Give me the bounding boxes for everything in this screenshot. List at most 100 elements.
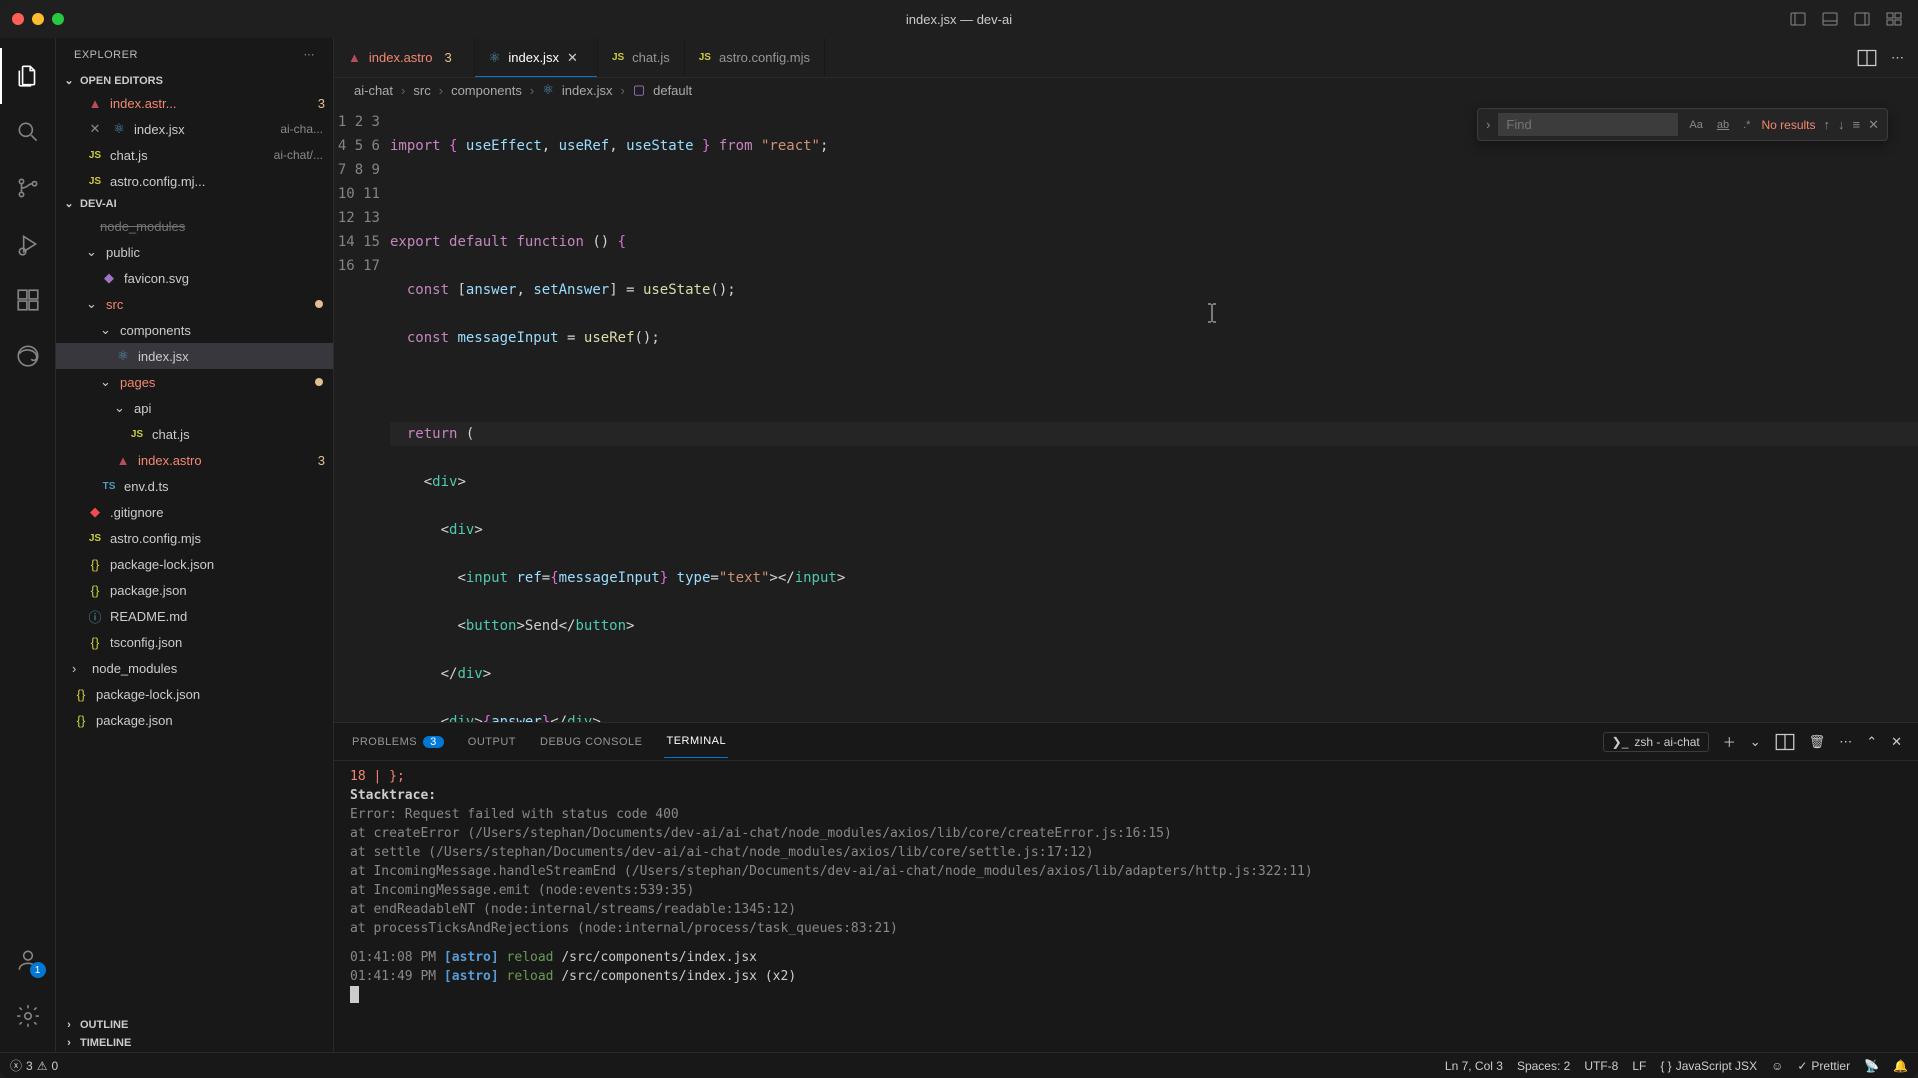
extensions-activity[interactable] (0, 272, 56, 328)
minimize-window-button[interactable] (32, 13, 44, 25)
close-panel-icon[interactable]: ✕ (1891, 734, 1902, 750)
customize-layout-icon[interactable] (1882, 9, 1906, 29)
file-row[interactable]: {} package.json (56, 577, 333, 603)
terminal-tab[interactable]: TERMINAL (664, 725, 728, 758)
file-row[interactable]: ◆ favicon.svg (56, 265, 333, 291)
breadcrumb[interactable]: ai-chat › src › components › ⚛ index.jsx… (334, 78, 1918, 102)
split-terminal-icon[interactable] (1775, 732, 1795, 752)
maximize-panel-icon[interactable]: ⌃ (1866, 734, 1877, 750)
info-file-icon: ⓘ (86, 607, 104, 626)
run-debug-activity[interactable] (0, 216, 56, 272)
tab-astro-config[interactable]: JS astro.config.mjs (685, 38, 825, 77)
open-editor-item[interactable]: ✕ ⚛ index.jsx ai-cha... (56, 116, 333, 142)
file-row[interactable]: JS chat.js (56, 421, 333, 447)
tab-index-jsx[interactable]: ⚛ index.jsx ✕ (475, 38, 598, 77)
find-in-selection-icon[interactable]: ≡ (1853, 117, 1861, 132)
bottom-panel: PROBLEMS 3 OUTPUT DEBUG CONSOLE TERMINAL (334, 722, 1918, 1052)
folder-row[interactable]: node_modules (56, 213, 333, 239)
expand-replace-icon[interactable]: › (1486, 117, 1490, 132)
live-share-icon[interactable]: 📡 (1864, 1059, 1879, 1073)
folder-row[interactable]: › node_modules (56, 655, 333, 681)
editor[interactable]: › Aa ab .* No results ↑ ↓ ≡ ✕ 1 2 3 4 5 … (334, 102, 1918, 722)
close-window-button[interactable] (12, 13, 24, 25)
file-row[interactable]: JS astro.config.mjs (56, 525, 333, 551)
code-area[interactable]: import { useEffect, useRef, useState } f… (390, 102, 1918, 722)
prettier-status[interactable]: ✓ Prettier (1797, 1059, 1850, 1073)
open-editor-item[interactable]: JS chat.js ai-chat/... (56, 142, 333, 168)
cursor-position[interactable]: Ln 7, Col 3 (1445, 1059, 1503, 1073)
find-previous-icon[interactable]: ↑ (1824, 117, 1831, 132)
open-editors-section[interactable]: ⌄ OPEN EDITORS (56, 71, 333, 90)
breadcrumb-part[interactable]: components (451, 83, 522, 98)
warning-count: 0 (51, 1059, 58, 1073)
file-row[interactable]: ⚛ index.jsx (56, 343, 333, 369)
terminal-dropdown-icon[interactable]: ⌄ (1750, 734, 1761, 750)
new-terminal-icon[interactable]: ＋ (1723, 732, 1736, 751)
indentation-status[interactable]: Spaces: 2 (1517, 1059, 1570, 1073)
project-section[interactable]: ⌄ DEV-AI (56, 194, 333, 213)
accounts-activity[interactable]: 1 (0, 932, 56, 988)
tab-index-astro[interactable]: ▲ index.astro 3 (334, 38, 475, 77)
tab-label: DEBUG CONSOLE (540, 736, 642, 748)
output-tab[interactable]: OUTPUT (466, 726, 518, 758)
find-next-icon[interactable]: ↓ (1838, 117, 1845, 132)
more-actions-icon[interactable]: ⋯ (1891, 50, 1904, 66)
close-editor-icon[interactable]: ✕ (86, 121, 104, 137)
file-row[interactable]: ◆ .gitignore (56, 499, 333, 525)
file-row[interactable]: {} package-lock.json (56, 681, 333, 707)
debug-console-tab[interactable]: DEBUG CONSOLE (538, 726, 644, 758)
errors-status[interactable]: ⓧ 3 ⚠ 0 (10, 1057, 58, 1074)
maximize-window-button[interactable] (52, 13, 64, 25)
close-tab-icon[interactable]: ✕ (567, 50, 583, 66)
file-row[interactable]: {} tsconfig.json (56, 629, 333, 655)
explorer-activity[interactable] (0, 48, 56, 104)
folder-row[interactable]: ⌄ pages (56, 369, 333, 395)
file-row[interactable]: ⓘ README.md (56, 603, 333, 629)
breadcrumb-symbol[interactable]: default (653, 83, 692, 98)
settings-activity[interactable] (0, 988, 56, 1044)
encoding-status[interactable]: UTF-8 (1584, 1059, 1618, 1073)
terminal-name: zsh - ai-chat (1634, 735, 1699, 749)
file-row[interactable]: ▲ index.astro 3 (56, 447, 333, 473)
regex-toggle[interactable]: .* (1740, 117, 1753, 133)
folder-row[interactable]: ⌄ components (56, 317, 333, 343)
more-terminal-icon[interactable]: ⋯ (1839, 734, 1852, 750)
breadcrumb-part[interactable]: index.jsx (562, 83, 613, 98)
find-input[interactable] (1498, 113, 1678, 136)
breadcrumb-part[interactable]: src (413, 83, 430, 98)
folder-row[interactable]: ⌄ api (56, 395, 333, 421)
edge-activity[interactable] (0, 328, 56, 384)
toggle-secondary-sidebar-icon[interactable] (1850, 9, 1874, 29)
breadcrumb-part[interactable]: ai-chat (354, 83, 393, 98)
more-icon[interactable]: ⋯ (304, 48, 316, 61)
feedback-icon[interactable]: ☺ (1771, 1059, 1783, 1073)
match-word-toggle[interactable]: ab (1714, 117, 1732, 133)
prettier-label: Prettier (1811, 1059, 1850, 1073)
toggle-panel-icon[interactable] (1818, 9, 1842, 29)
search-activity[interactable] (0, 104, 56, 160)
kill-terminal-icon[interactable]: 🗑 (1809, 734, 1826, 750)
toggle-primary-sidebar-icon[interactable] (1786, 9, 1810, 29)
folder-row[interactable]: ⌄ src (56, 291, 333, 317)
tab-chat-js[interactable]: JS chat.js (598, 38, 685, 77)
folder-row[interactable]: ⌄ public (56, 239, 333, 265)
file-row[interactable]: TS env.d.ts (56, 473, 333, 499)
open-editor-item[interactable]: ▲ index.astr... 3 (56, 90, 333, 116)
language-status[interactable]: { } JavaScript JSX (1660, 1059, 1757, 1073)
timeline-section[interactable]: › TIMELINE (56, 1034, 333, 1052)
problems-tab[interactable]: PROBLEMS 3 (350, 726, 446, 758)
file-row[interactable]: {} package-lock.json (56, 551, 333, 577)
file-row[interactable]: {} package.json (56, 707, 333, 733)
open-editor-item[interactable]: JS astro.config.mj... (56, 168, 333, 194)
close-find-icon[interactable]: ✕ (1868, 117, 1879, 133)
chevron-down-icon: ⌄ (114, 400, 128, 416)
split-editor-icon[interactable] (1857, 48, 1877, 68)
source-control-activity[interactable] (0, 160, 56, 216)
status-right: Ln 7, Col 3 Spaces: 2 UTF-8 LF { } JavaS… (1445, 1059, 1908, 1073)
bell-icon[interactable]: 🔔 (1893, 1059, 1908, 1073)
terminal-output[interactable]: 18 | }; Stacktrace: Error: Request faile… (334, 761, 1918, 1052)
outline-section[interactable]: › OUTLINE (56, 1016, 333, 1034)
terminal-selector[interactable]: ❯_ zsh - ai-chat (1603, 732, 1709, 752)
eol-status[interactable]: LF (1632, 1059, 1646, 1073)
match-case-toggle[interactable]: Aa (1686, 117, 1705, 133)
